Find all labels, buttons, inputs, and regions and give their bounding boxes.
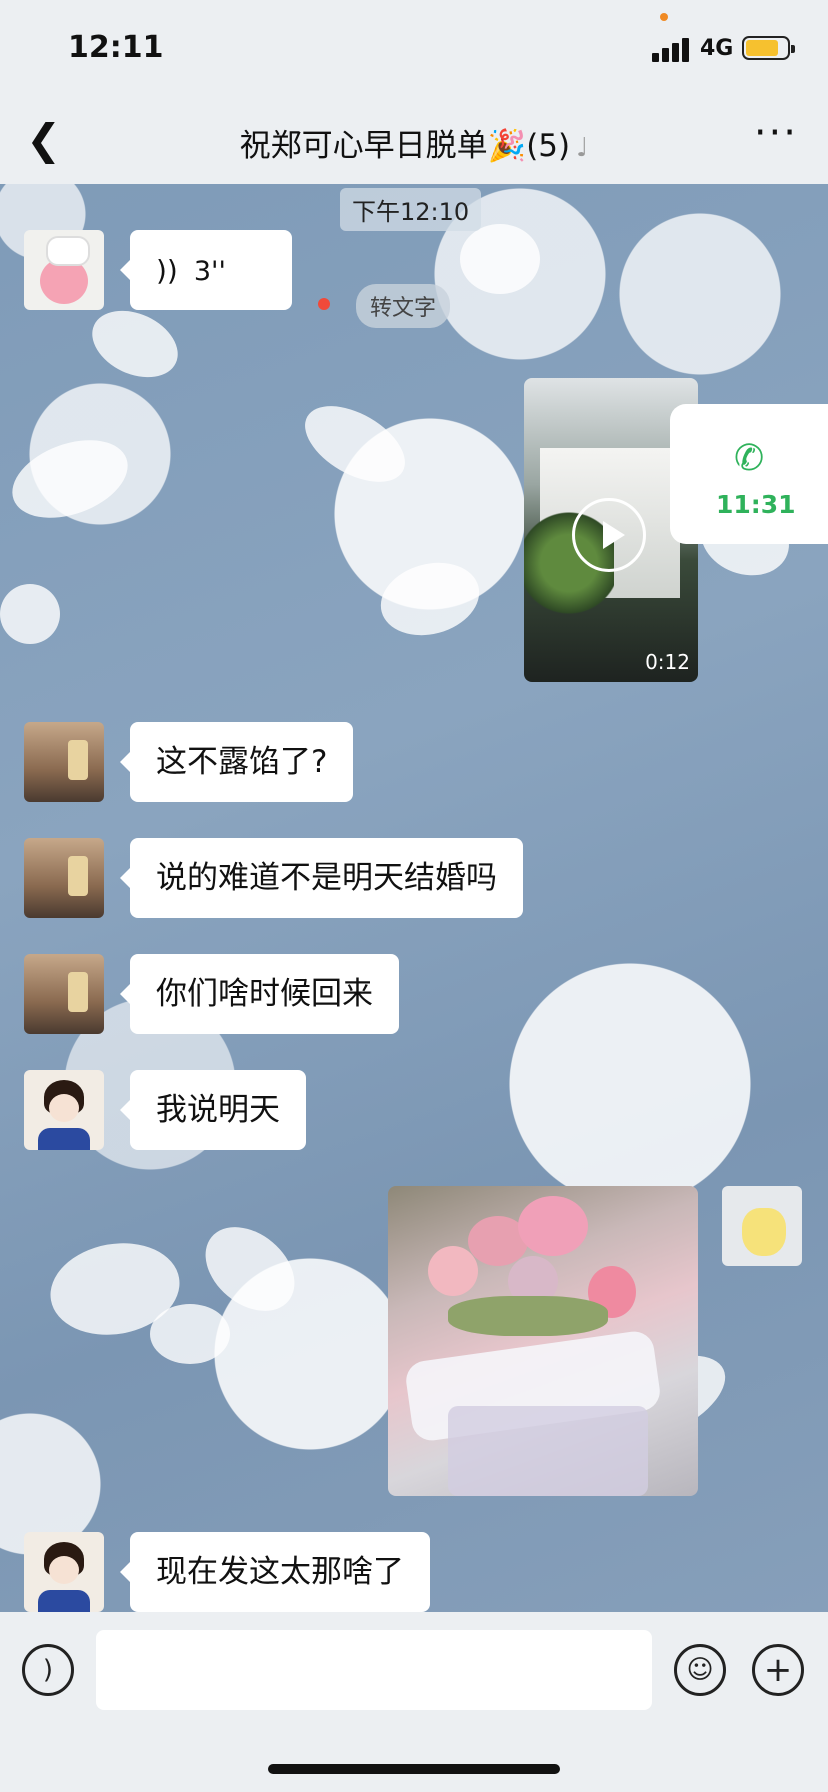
emoji-icon[interactable]: ☺ xyxy=(674,1644,726,1696)
input-bar: ) ☺ + xyxy=(0,1612,828,1792)
unread-dot xyxy=(318,298,330,310)
voice-duration: 3'' xyxy=(193,256,226,287)
avatar-snow-white[interactable] xyxy=(24,1532,104,1612)
call-time: 11:31 xyxy=(716,490,796,519)
voice-call-card[interactable]: ✆ 11:31 xyxy=(670,404,828,544)
voice-mode-icon[interactable]: ) xyxy=(22,1644,74,1696)
home-indicator xyxy=(268,1764,560,1774)
timestamp: 下午12:10 xyxy=(340,188,482,231)
message-bubble[interactable]: 我说明天 xyxy=(120,1070,306,1150)
chat-title: 祝郑可心早日脱单🎉(5) xyxy=(239,128,571,164)
avatar-kirby[interactable] xyxy=(24,230,104,310)
message-bubble[interactable]: 说的难道不是明天结婚吗 xyxy=(120,838,523,918)
avatar-selfie[interactable] xyxy=(24,954,104,1034)
image-message[interactable] xyxy=(388,1186,698,1496)
status-bar: 12:11 4G xyxy=(0,0,828,100)
ear-icon: ♩ xyxy=(576,133,589,163)
privacy-indicator-dot xyxy=(660,13,668,21)
play-icon[interactable] xyxy=(572,498,646,572)
avatar-snow-white[interactable] xyxy=(24,1070,104,1150)
signal-icon xyxy=(652,36,694,62)
chat-header: ❮ 祝郑可心早日脱单🎉(5) ♩ ··· xyxy=(0,100,828,184)
avatar-duck[interactable] xyxy=(722,1186,802,1266)
voice-wave-icon: )) xyxy=(156,254,178,287)
avatar-selfie[interactable] xyxy=(24,722,104,802)
video-duration: 0:12 xyxy=(645,650,690,674)
message-bubble[interactable]: 这不露馅了? xyxy=(119,722,354,802)
avatar-selfie[interactable] xyxy=(24,838,104,918)
message-bubble[interactable]: 现在发这太那啥了 xyxy=(120,1532,430,1612)
voice-message-bubble[interactable]: )) 3'' xyxy=(120,230,292,310)
status-time: 12:11 xyxy=(68,30,164,65)
chat-title-wrap: 祝郑可心早日脱单🎉(5) ♩ xyxy=(0,120,828,165)
more-dots-icon[interactable]: ··· xyxy=(754,110,798,156)
to-text-button[interactable]: 转文字 xyxy=(356,284,451,328)
phone-icon: ✆ xyxy=(734,438,765,479)
battery-icon xyxy=(742,36,795,60)
message-input[interactable] xyxy=(96,1630,652,1710)
plus-icon[interactable]: + xyxy=(752,1644,804,1696)
network-type: 4G xyxy=(700,36,734,61)
message-bubble[interactable]: 你们啥时候回来 xyxy=(120,954,399,1034)
chat-area[interactable]: 下午12:10 )) 3'' 转文字 0:12 ✆ 11:31 这不露馅了? 说的… xyxy=(0,184,828,1612)
